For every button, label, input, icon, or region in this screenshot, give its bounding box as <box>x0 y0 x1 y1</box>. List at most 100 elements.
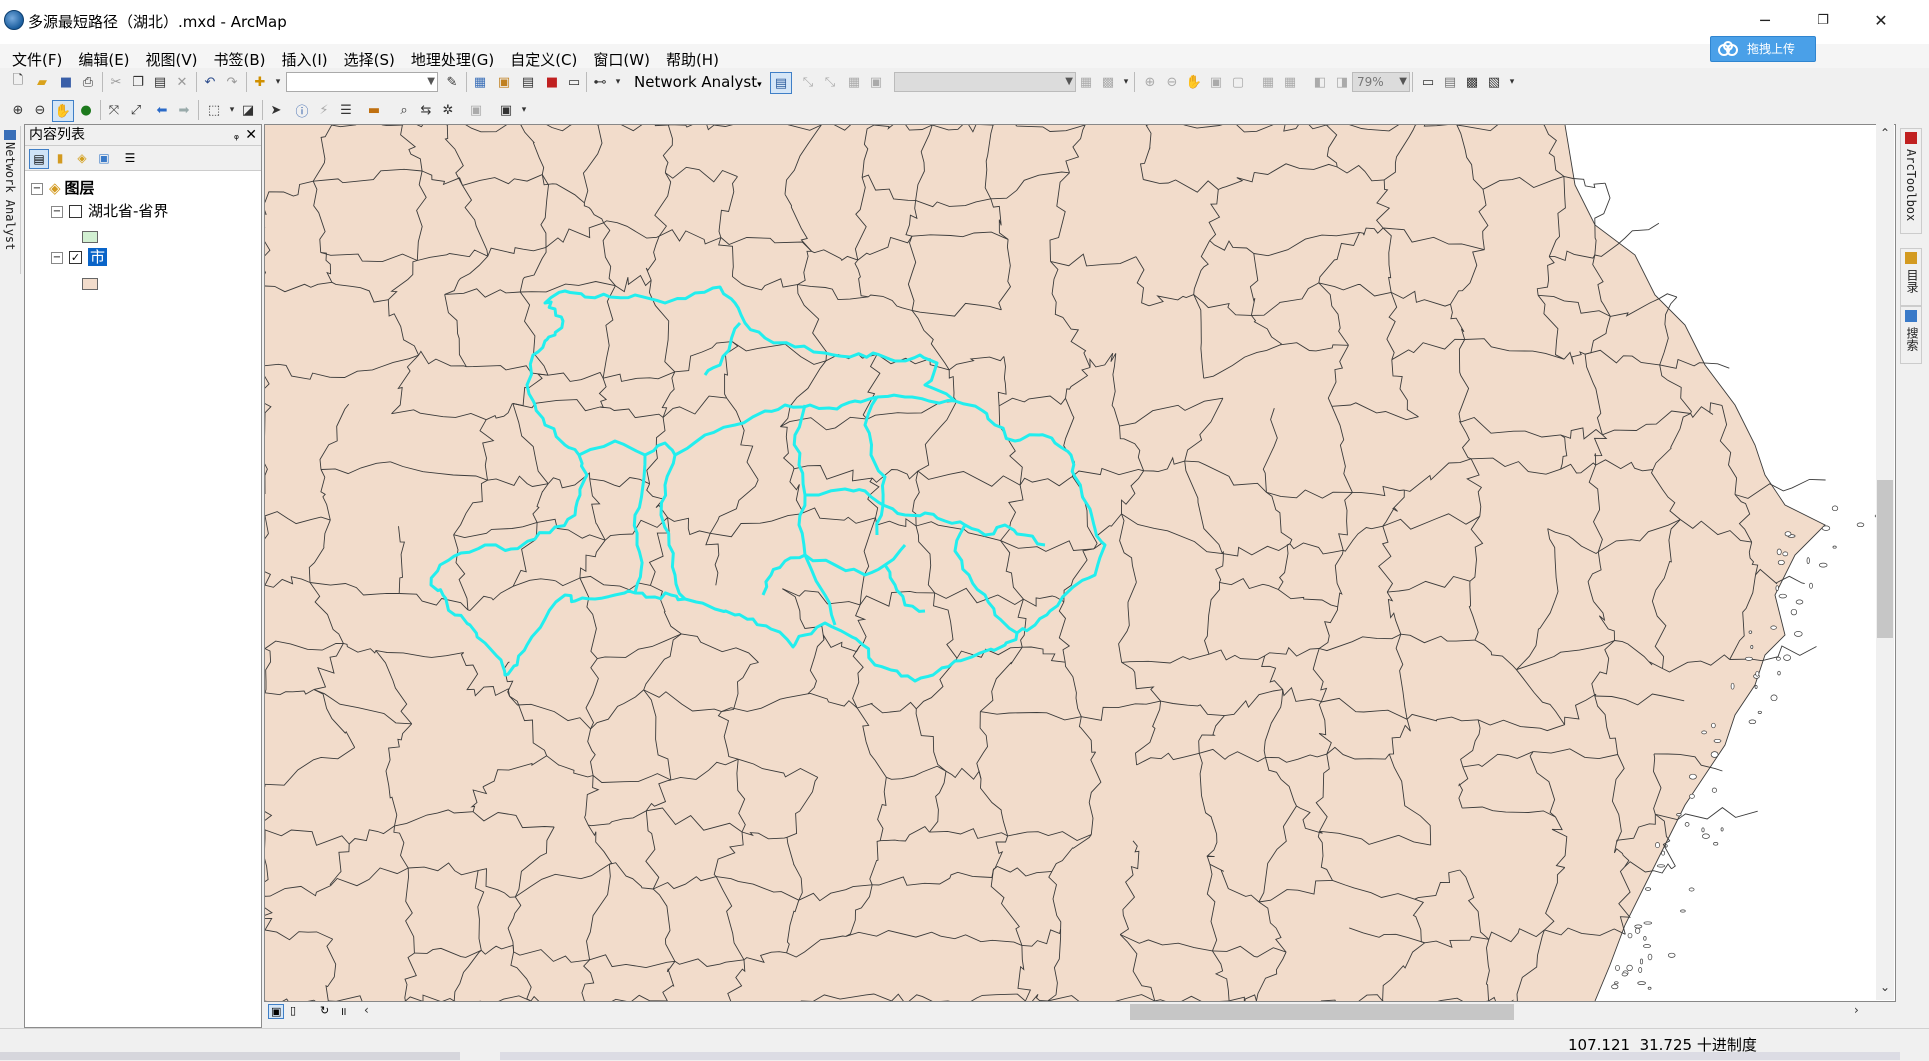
collapse-icon[interactable]: − <box>51 252 63 264</box>
toolbar-options-icon[interactable]: ▾ <box>514 100 534 120</box>
copy-icon[interactable]: ❐ <box>128 72 148 92</box>
toggle-draft-mode-icon[interactable]: ▭ <box>1418 72 1438 92</box>
select-features-icon[interactable]: ⬚ <box>204 100 224 120</box>
zoom-out-icon[interactable]: ⊖ <box>30 100 50 120</box>
hyperlink-icon[interactable]: ⚡ <box>314 100 334 120</box>
redo-icon[interactable]: ↷ <box>222 72 242 92</box>
layout-zoom-out-icon[interactable]: ⊖ <box>1162 72 1182 92</box>
arctoolbox-icon[interactable]: ■ <box>542 72 562 92</box>
city-symbol-swatch[interactable] <box>82 278 98 290</box>
editor-toolbar-icon[interactable]: ✎ <box>442 72 462 92</box>
toolbar-options-icon[interactable]: ▾ <box>1116 72 1136 92</box>
clear-selection-icon[interactable]: ◪ <box>238 100 258 120</box>
horizontal-scrollbar[interactable]: ▣ ▯ ↻ ॥ ‹ › <box>264 1003 1876 1021</box>
pan-icon[interactable]: ✋ <box>52 100 74 122</box>
viewer-window-icon[interactable]: ▣ <box>496 100 516 120</box>
arctoolbox-tab[interactable]: ArcToolbox <box>1900 128 1922 234</box>
cut-icon[interactable]: ✂ <box>106 72 126 92</box>
layout-zoom-in-icon[interactable]: ⊕ <box>1140 72 1160 92</box>
catalog-tab[interactable]: 目录 <box>1900 248 1922 306</box>
scroll-up-icon[interactable]: ⌃ <box>1880 126 1890 140</box>
find-icon[interactable]: ⌕ <box>394 100 414 120</box>
go-back-extent-icon[interactable]: ◧ <box>1310 72 1330 92</box>
toolbar-options-icon[interactable]: ▾ <box>1502 72 1522 92</box>
measure-icon[interactable]: ▬ <box>364 100 384 120</box>
layer-row-province[interactable]: −湖北省-省界 <box>51 200 168 222</box>
print-icon[interactable]: ⎙ <box>78 72 98 92</box>
map-display[interactable] <box>264 124 1896 1002</box>
time-slider-icon[interactable]: ▣ <box>466 100 486 120</box>
list-by-source-icon[interactable]: ▮ <box>51 149 69 167</box>
search-tab[interactable]: 搜索 <box>1900 306 1922 364</box>
table-of-contents-icon[interactable]: ▦ <box>470 72 490 92</box>
list-by-visibility-icon[interactable]: ◈ <box>73 149 91 167</box>
zoom-whole-page-icon[interactable]: ▣ <box>1206 72 1226 92</box>
network-analyst-window-icon[interactable]: ▤ <box>770 72 792 94</box>
toolbar-options-icon[interactable]: ▾ <box>608 72 628 92</box>
go-to-xy-icon[interactable]: ✲ <box>438 100 458 120</box>
map-canvas[interactable] <box>265 125 1877 1001</box>
network-analyst-dropdown[interactable]: Network Analyst▾ <box>634 73 762 91</box>
back-arrow-icon[interactable]: ⬅ <box>152 100 172 120</box>
change-layout-icon[interactable]: ▩ <box>1462 72 1482 92</box>
network-analyst-side-tab[interactable]: Network Analyst <box>0 126 21 274</box>
layer-selector-combo[interactable]: ▼ <box>894 72 1076 92</box>
options-icon[interactable]: ☰ <box>121 149 139 167</box>
solve-icon[interactable]: ▦ <box>844 72 864 92</box>
add-data-dropdown-icon[interactable]: ▾ <box>268 72 288 92</box>
focus-data-frame-icon[interactable]: ▤ <box>1440 72 1460 92</box>
fixed-zoom-out-icon[interactable]: ⤢ <box>126 100 146 120</box>
layout-view-icon[interactable]: ▯ <box>290 1004 296 1017</box>
go-forward-extent-icon[interactable]: ◨ <box>1332 72 1352 92</box>
model-builder-icon[interactable]: ⊷ <box>590 72 610 92</box>
list-by-drawing-order-icon[interactable]: ▤ <box>29 149 49 169</box>
layer-visibility-checkbox[interactable]: ✓ <box>69 251 82 264</box>
close-button[interactable]: ✕ <box>1858 6 1904 36</box>
layer-row-city[interactable]: −✓市 <box>51 246 107 268</box>
layout-zoom-combo[interactable]: 79% ▼ <box>1352 72 1410 92</box>
select-move-location-icon[interactable]: ⤡ <box>820 72 840 92</box>
data-view-icon[interactable]: ▣ <box>268 1004 284 1019</box>
upload-button[interactable]: 拖拽上传 <box>1710 36 1816 62</box>
fixed-zoom-in-icon[interactable]: ⤧ <box>104 100 124 120</box>
build-network-icon[interactable]: ▦ <box>1076 72 1096 92</box>
horizontal-scroll-thumb[interactable] <box>1130 1004 1514 1020</box>
identify-icon[interactable]: ⓘ <box>292 100 312 120</box>
layers-root[interactable]: −◈图层 <box>31 177 95 199</box>
restore-button[interactable]: ❐ <box>1800 6 1846 36</box>
layer-visibility-checkbox[interactable] <box>69 205 82 218</box>
pause-drawing-icon[interactable]: ॥ <box>340 1004 347 1019</box>
province-symbol-swatch[interactable] <box>82 231 98 243</box>
close-icon[interactable]: ✕ <box>245 125 257 145</box>
delete-icon[interactable]: ✕ <box>172 72 192 92</box>
list-by-selection-icon[interactable]: ▣ <box>95 149 113 167</box>
collapse-icon[interactable]: − <box>31 183 43 195</box>
minimize-button[interactable]: ─ <box>1742 6 1788 36</box>
data-driven-pages-icon[interactable]: ▧ <box>1484 72 1504 92</box>
open-folder-icon[interactable]: ▰ <box>32 72 52 92</box>
collapse-icon[interactable]: − <box>51 206 63 218</box>
full-extent-icon[interactable]: ● <box>76 100 96 120</box>
save-icon[interactable]: ■ <box>56 72 76 92</box>
forward-arrow-icon[interactable]: ➡ <box>174 100 194 120</box>
directions-icon[interactable]: ▣ <box>866 72 886 92</box>
fixed-zoom-in-icon[interactable]: ▦ <box>1258 72 1278 92</box>
zoom-in-icon[interactable]: ⊕ <box>8 100 28 120</box>
refresh-icon[interactable]: ↻ <box>320 1004 329 1017</box>
pin-icon[interactable]: ᵩ <box>234 125 239 145</box>
python-window-icon[interactable]: ▭ <box>564 72 584 92</box>
catalog-icon[interactable]: ▣ <box>494 72 514 92</box>
create-network-location-icon[interactable]: ⤡ <box>798 72 818 92</box>
zoom-100-icon[interactable]: ▢ <box>1228 72 1248 92</box>
scroll-left-icon[interactable]: ‹ <box>364 1003 369 1017</box>
fixed-zoom-out-icon[interactable]: ▦ <box>1280 72 1300 92</box>
search-window-icon[interactable]: ▤ <box>518 72 538 92</box>
map-scale-combo[interactable]: ▼ <box>286 72 438 92</box>
html-popup-icon[interactable]: ☰ <box>336 100 356 120</box>
network-identify-icon[interactable]: ▩ <box>1098 72 1118 92</box>
new-document-icon[interactable]: 🗋 <box>8 72 28 92</box>
scroll-right-icon[interactable]: › <box>1854 1003 1859 1017</box>
undo-icon[interactable]: ↶ <box>200 72 220 92</box>
find-route-icon[interactable]: ⇆ <box>416 100 436 120</box>
select-elements-icon[interactable]: ➤ <box>266 100 286 120</box>
